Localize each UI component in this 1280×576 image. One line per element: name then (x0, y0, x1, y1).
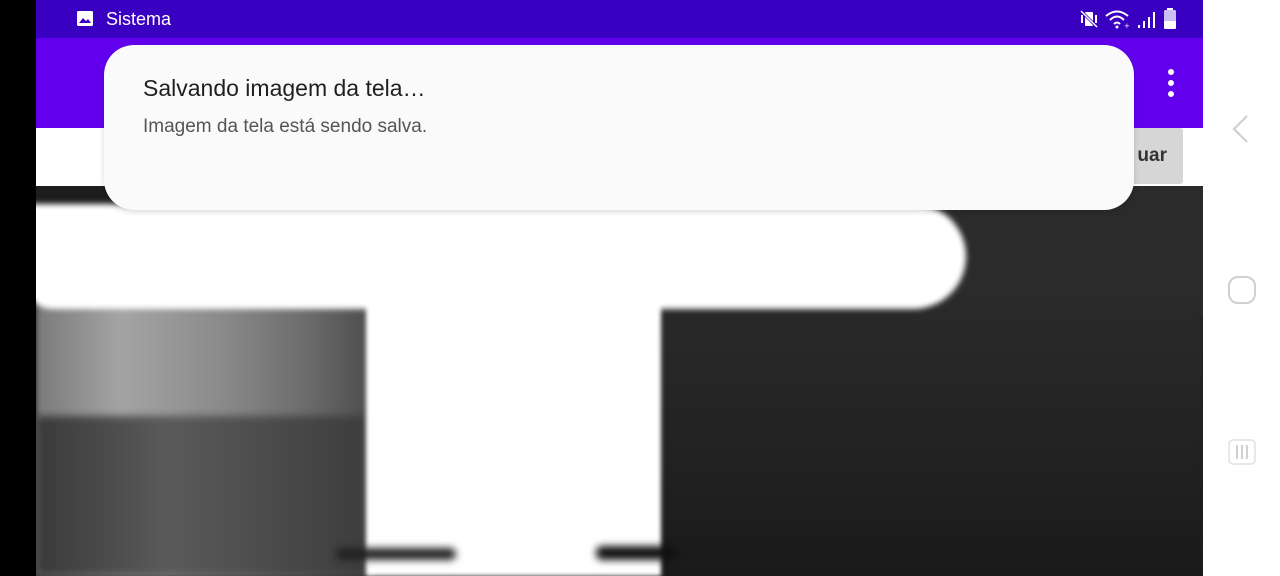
menu-dot (1168, 80, 1174, 86)
vibrate-mute-icon (1079, 9, 1099, 29)
screenshot-notification[interactable]: Salvando imagem da tela… Imagem da tela … (104, 45, 1134, 210)
wifi-icon: + (1105, 10, 1130, 29)
action-button-label: uar (1137, 145, 1167, 166)
camera-region (656, 306, 1203, 576)
notification-title: Salvando imagem da tela… (143, 75, 426, 101)
navigation-bar (1203, 0, 1280, 576)
device-screen: Sistema + uar Salvando imagem da tela… I… (0, 0, 1280, 576)
status-icons: + (1079, 8, 1177, 30)
more-vert-icon[interactable] (1159, 65, 1183, 101)
recent-apps-icon[interactable] (1228, 437, 1256, 467)
camera-region (336, 548, 456, 560)
camera-region (36, 204, 966, 309)
camera-region (36, 416, 366, 576)
home-icon[interactable] (1227, 275, 1257, 305)
menu-dot (1168, 69, 1174, 75)
camera-region (596, 546, 676, 560)
signal-icon (1138, 12, 1155, 28)
svg-text:+: + (1124, 22, 1130, 29)
status-app-name: Sistema (106, 9, 172, 29)
camera-preview (36, 186, 1203, 576)
notification-text: Imagem da tela está sendo salva. (143, 116, 428, 137)
gallery-icon (77, 11, 93, 26)
battery-icon (1164, 8, 1176, 29)
menu-dot (1168, 91, 1174, 97)
left-gutter (0, 0, 36, 576)
back-icon[interactable] (1230, 114, 1252, 144)
status-bar: Sistema + (36, 0, 1203, 38)
